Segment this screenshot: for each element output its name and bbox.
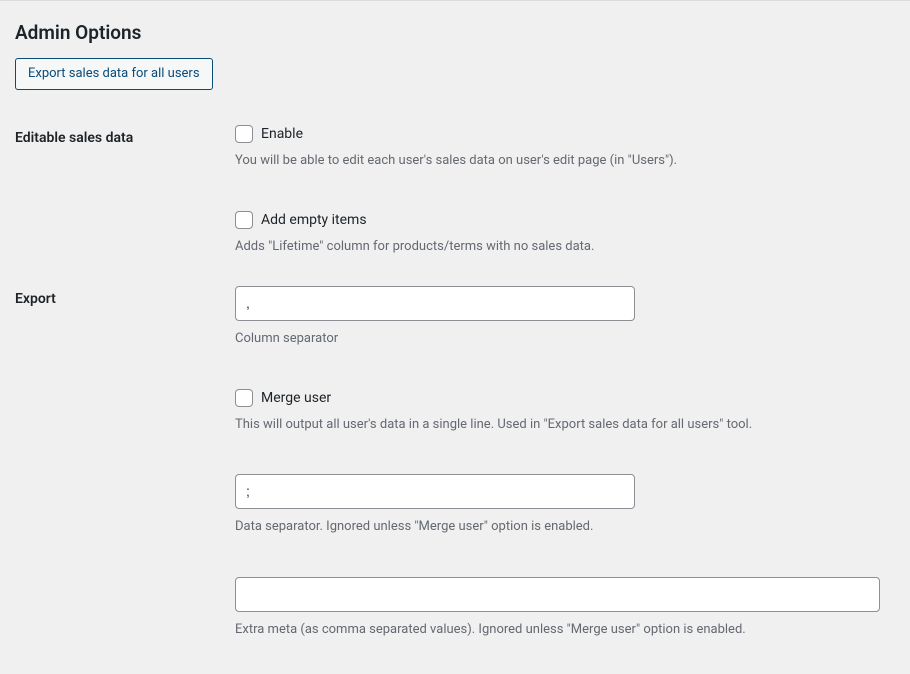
enable-description: You will be able to edit each user's sal… xyxy=(235,151,880,171)
merge-user-checkbox[interactable] xyxy=(235,389,253,407)
data-separator-description: Data separator. Ignored unless "Merge us… xyxy=(235,517,880,537)
merge-user-label[interactable]: Merge user xyxy=(235,389,880,407)
extra-meta-input[interactable] xyxy=(235,577,880,612)
column-separator-input[interactable] xyxy=(235,286,635,321)
merge-user-text: Merge user xyxy=(261,390,331,406)
page-title: Admin Options xyxy=(15,21,890,44)
extra-meta-description: Extra meta (as comma separated values). … xyxy=(235,620,880,640)
enable-checkbox-label[interactable]: Enable xyxy=(235,125,880,143)
enable-checkbox[interactable] xyxy=(235,125,253,143)
enable-checkbox-text: Enable xyxy=(261,126,303,142)
merge-user-description: This will output all user's data in a si… xyxy=(235,415,880,435)
export-label: Export xyxy=(15,271,235,654)
add-empty-items-text: Add empty items xyxy=(261,212,367,228)
editable-sales-data-label: Editable sales data xyxy=(15,110,235,271)
column-separator-description: Column separator xyxy=(235,329,880,349)
add-empty-items-description: Adds "Lifetime" column for products/term… xyxy=(235,237,880,257)
data-separator-input[interactable] xyxy=(235,474,635,509)
add-empty-items-checkbox[interactable] xyxy=(235,211,253,229)
add-empty-items-label[interactable]: Add empty items xyxy=(235,211,880,229)
export-sales-button[interactable]: Export sales data for all users xyxy=(15,58,213,90)
